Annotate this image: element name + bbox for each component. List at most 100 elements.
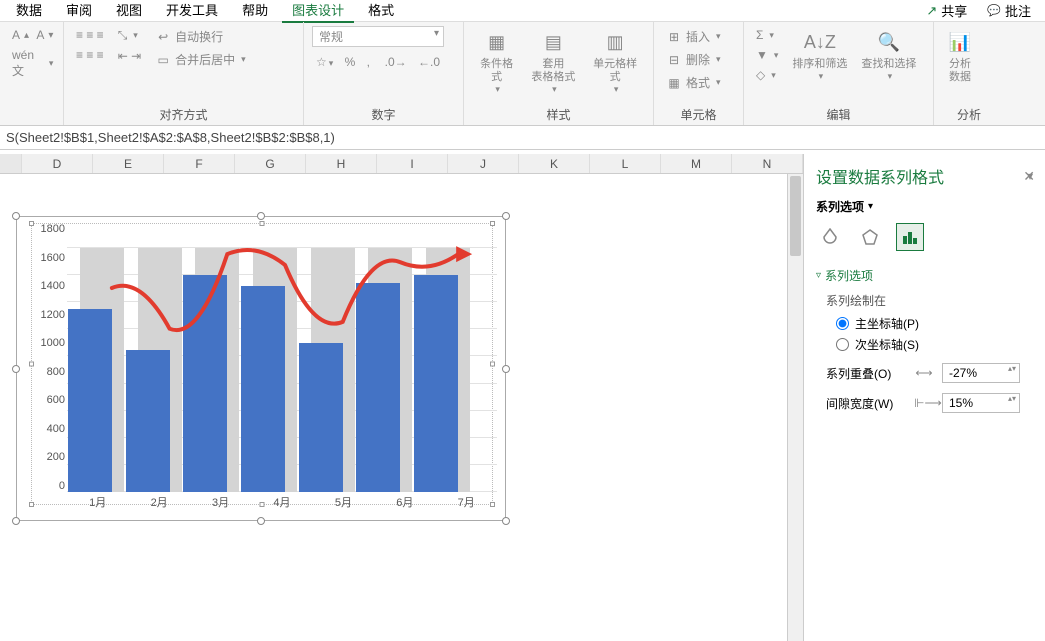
fill-button[interactable]: ▼▾	[752, 46, 782, 64]
delete-cell-button[interactable]: ⊟删除▾	[662, 49, 725, 70]
y-axis-ticks: 020040060080010001200140016001800	[27, 223, 65, 492]
y-tick: 1200	[27, 309, 65, 321]
x-tick: 1月	[67, 494, 128, 512]
sort-filter-button[interactable]: A↓Z排序和筛选▾	[788, 26, 851, 84]
conditional-format-button[interactable]: ▦条件格式▾	[472, 26, 521, 97]
resize-handle-se[interactable]	[502, 517, 510, 525]
col-header-N[interactable]: N	[732, 154, 803, 173]
merge-center-button[interactable]: ▭合并后居中▾	[151, 49, 250, 70]
analyze-data-button[interactable]: 📊分析 数据	[942, 26, 978, 86]
plot-handle[interactable]	[29, 502, 34, 507]
col-header-H[interactable]: H	[306, 154, 377, 173]
sheet-body[interactable]: 020040060080010001200140016001800 1月2月3月…	[0, 174, 803, 641]
chart-object[interactable]: 020040060080010001200140016001800 1月2月3月…	[16, 216, 506, 521]
inc-decimal-button[interactable]: .0→	[385, 55, 407, 69]
font-inc-button[interactable]: A▴ A▾	[8, 26, 57, 44]
y-tick: 1600	[27, 252, 65, 264]
cell-styles-icon: ▥	[601, 28, 629, 56]
y-tick: 1800	[27, 223, 65, 235]
table-format-button[interactable]: ▤套用 表格格式▾	[527, 26, 579, 97]
clear-button[interactable]: ◇▾	[752, 66, 782, 84]
x-tick: 2月	[128, 494, 189, 512]
gap-input[interactable]: 15%	[942, 393, 1020, 413]
x-tick: 6月	[374, 494, 435, 512]
col-header-F[interactable]: F	[164, 154, 235, 173]
scrollbar-thumb[interactable]	[790, 176, 801, 256]
select-all-corner[interactable]	[0, 154, 22, 173]
wrap-text-button[interactable]: ↩自动换行	[151, 26, 250, 47]
formula-bar[interactable]: S(Sheet2!$B$1,Sheet2!$A$2:$A$8,Sheet2!$B…	[0, 126, 1045, 150]
fill-effects-tab[interactable]	[816, 223, 844, 251]
col-header-E[interactable]: E	[93, 154, 164, 173]
number-format-combo[interactable]: 常规	[312, 26, 444, 47]
tab-帮助[interactable]: 帮助	[232, 0, 278, 23]
ribbon: A▴ A▾ wén 文▾ ≡ ≡ ≡ ≡ ≡ ≡ ⤡▾ ⇤ ⇥ ↩自动换行 ▭合…	[0, 22, 1045, 126]
series-options-tab[interactable]	[896, 223, 924, 251]
effects-tab[interactable]	[856, 223, 884, 251]
group-cells-label: 单元格	[662, 104, 735, 125]
resize-handle-ne[interactable]	[502, 212, 510, 220]
col-header-D[interactable]: D	[22, 154, 93, 173]
col-header-I[interactable]: I	[377, 154, 448, 173]
plot-handle[interactable]	[490, 221, 495, 226]
tab-视图[interactable]: 视图	[106, 0, 152, 23]
analyze-icon: 📊	[946, 28, 974, 56]
orientation-button[interactable]: ⤡▾	[114, 26, 145, 45]
tab-格式[interactable]: 格式	[358, 0, 404, 23]
overlap-slider-icon[interactable]: ⟷	[914, 366, 934, 380]
align-top-row[interactable]: ≡ ≡ ≡	[72, 26, 108, 44]
percent-button[interactable]: %	[345, 55, 356, 69]
vertical-scrollbar[interactable]	[787, 174, 803, 641]
currency-button[interactable]: ☆▾	[316, 55, 333, 69]
autosum-button[interactable]: Σ▾	[752, 26, 782, 44]
indent-dec-button[interactable]: ⇤ ⇥	[114, 47, 145, 65]
tab-数据[interactable]: 数据	[6, 0, 52, 23]
series-options-section[interactable]: 系列选项	[816, 267, 1033, 284]
ribbon-tabs: 数据审阅视图开发工具帮助图表设计格式 共享 批注	[0, 0, 1045, 22]
group-analyze-label: 分析	[942, 104, 996, 125]
format-cell-button[interactable]: ▦格式▾	[662, 72, 725, 93]
primary-axis-radio[interactable]: 主坐标轴(P)	[836, 315, 1033, 332]
x-axis-ticks: 1月2月3月4月5月6月7月	[67, 494, 497, 512]
y-tick: 0	[27, 480, 65, 492]
secondary-axis-radio[interactable]: 次坐标轴(S)	[836, 336, 1033, 353]
comma-button[interactable]: ,	[367, 55, 370, 69]
table-fmt-icon: ▤	[539, 28, 567, 56]
col-header-K[interactable]: K	[519, 154, 590, 173]
find-select-button[interactable]: 🔍查找和选择▾	[857, 26, 920, 84]
resize-handle-s[interactable]	[257, 517, 265, 525]
resize-handle-sw[interactable]	[12, 517, 20, 525]
y-tick: 400	[27, 423, 65, 435]
col-header-J[interactable]: J	[448, 154, 519, 173]
phonetic-button[interactable]: wén 文▾	[8, 46, 57, 81]
panel-title: 设置数据系列格式	[816, 164, 944, 188]
wrap-icon: ↩	[155, 29, 171, 45]
resize-handle-n[interactable]	[257, 212, 265, 220]
formula-text: S(Sheet2!$B$1,Sheet2!$A$2:$A$8,Sheet2!$B…	[6, 130, 335, 145]
resize-handle-w[interactable]	[12, 365, 20, 373]
overlap-input[interactable]: -27%	[942, 363, 1020, 383]
share-label: 共享	[941, 1, 967, 20]
group-styles-label: 样式	[472, 104, 645, 125]
cell-styles-button[interactable]: ▥单元格样式▾	[585, 26, 645, 97]
share-button[interactable]: 共享	[918, 0, 975, 22]
insert-icon: ⊞	[666, 29, 682, 45]
resize-handle-nw[interactable]	[12, 212, 20, 220]
insert-cell-button[interactable]: ⊞插入▾	[662, 26, 725, 47]
align-mid-row[interactable]: ≡ ≡ ≡	[72, 46, 108, 64]
gap-slider-icon[interactable]: ⊩⟶	[914, 396, 934, 410]
tab-开发工具[interactable]: 开发工具	[156, 0, 228, 23]
resize-handle-e[interactable]	[502, 365, 510, 373]
dec-decimal-button[interactable]: ←.0	[418, 55, 440, 69]
plot-handle[interactable]	[260, 221, 265, 226]
delete-icon: ⊟	[666, 52, 682, 68]
panel-close-button[interactable]: ✕	[1023, 168, 1035, 185]
panel-subtitle[interactable]: 系列选项	[816, 198, 1033, 215]
tab-审阅[interactable]: 审阅	[56, 0, 102, 23]
col-header-L[interactable]: L	[590, 154, 661, 173]
comment-button[interactable]: 批注	[979, 0, 1039, 22]
col-header-G[interactable]: G	[235, 154, 306, 173]
col-header-M[interactable]: M	[661, 154, 732, 173]
plot-area[interactable]	[67, 227, 497, 492]
tab-图表设计[interactable]: 图表设计	[282, 0, 354, 23]
